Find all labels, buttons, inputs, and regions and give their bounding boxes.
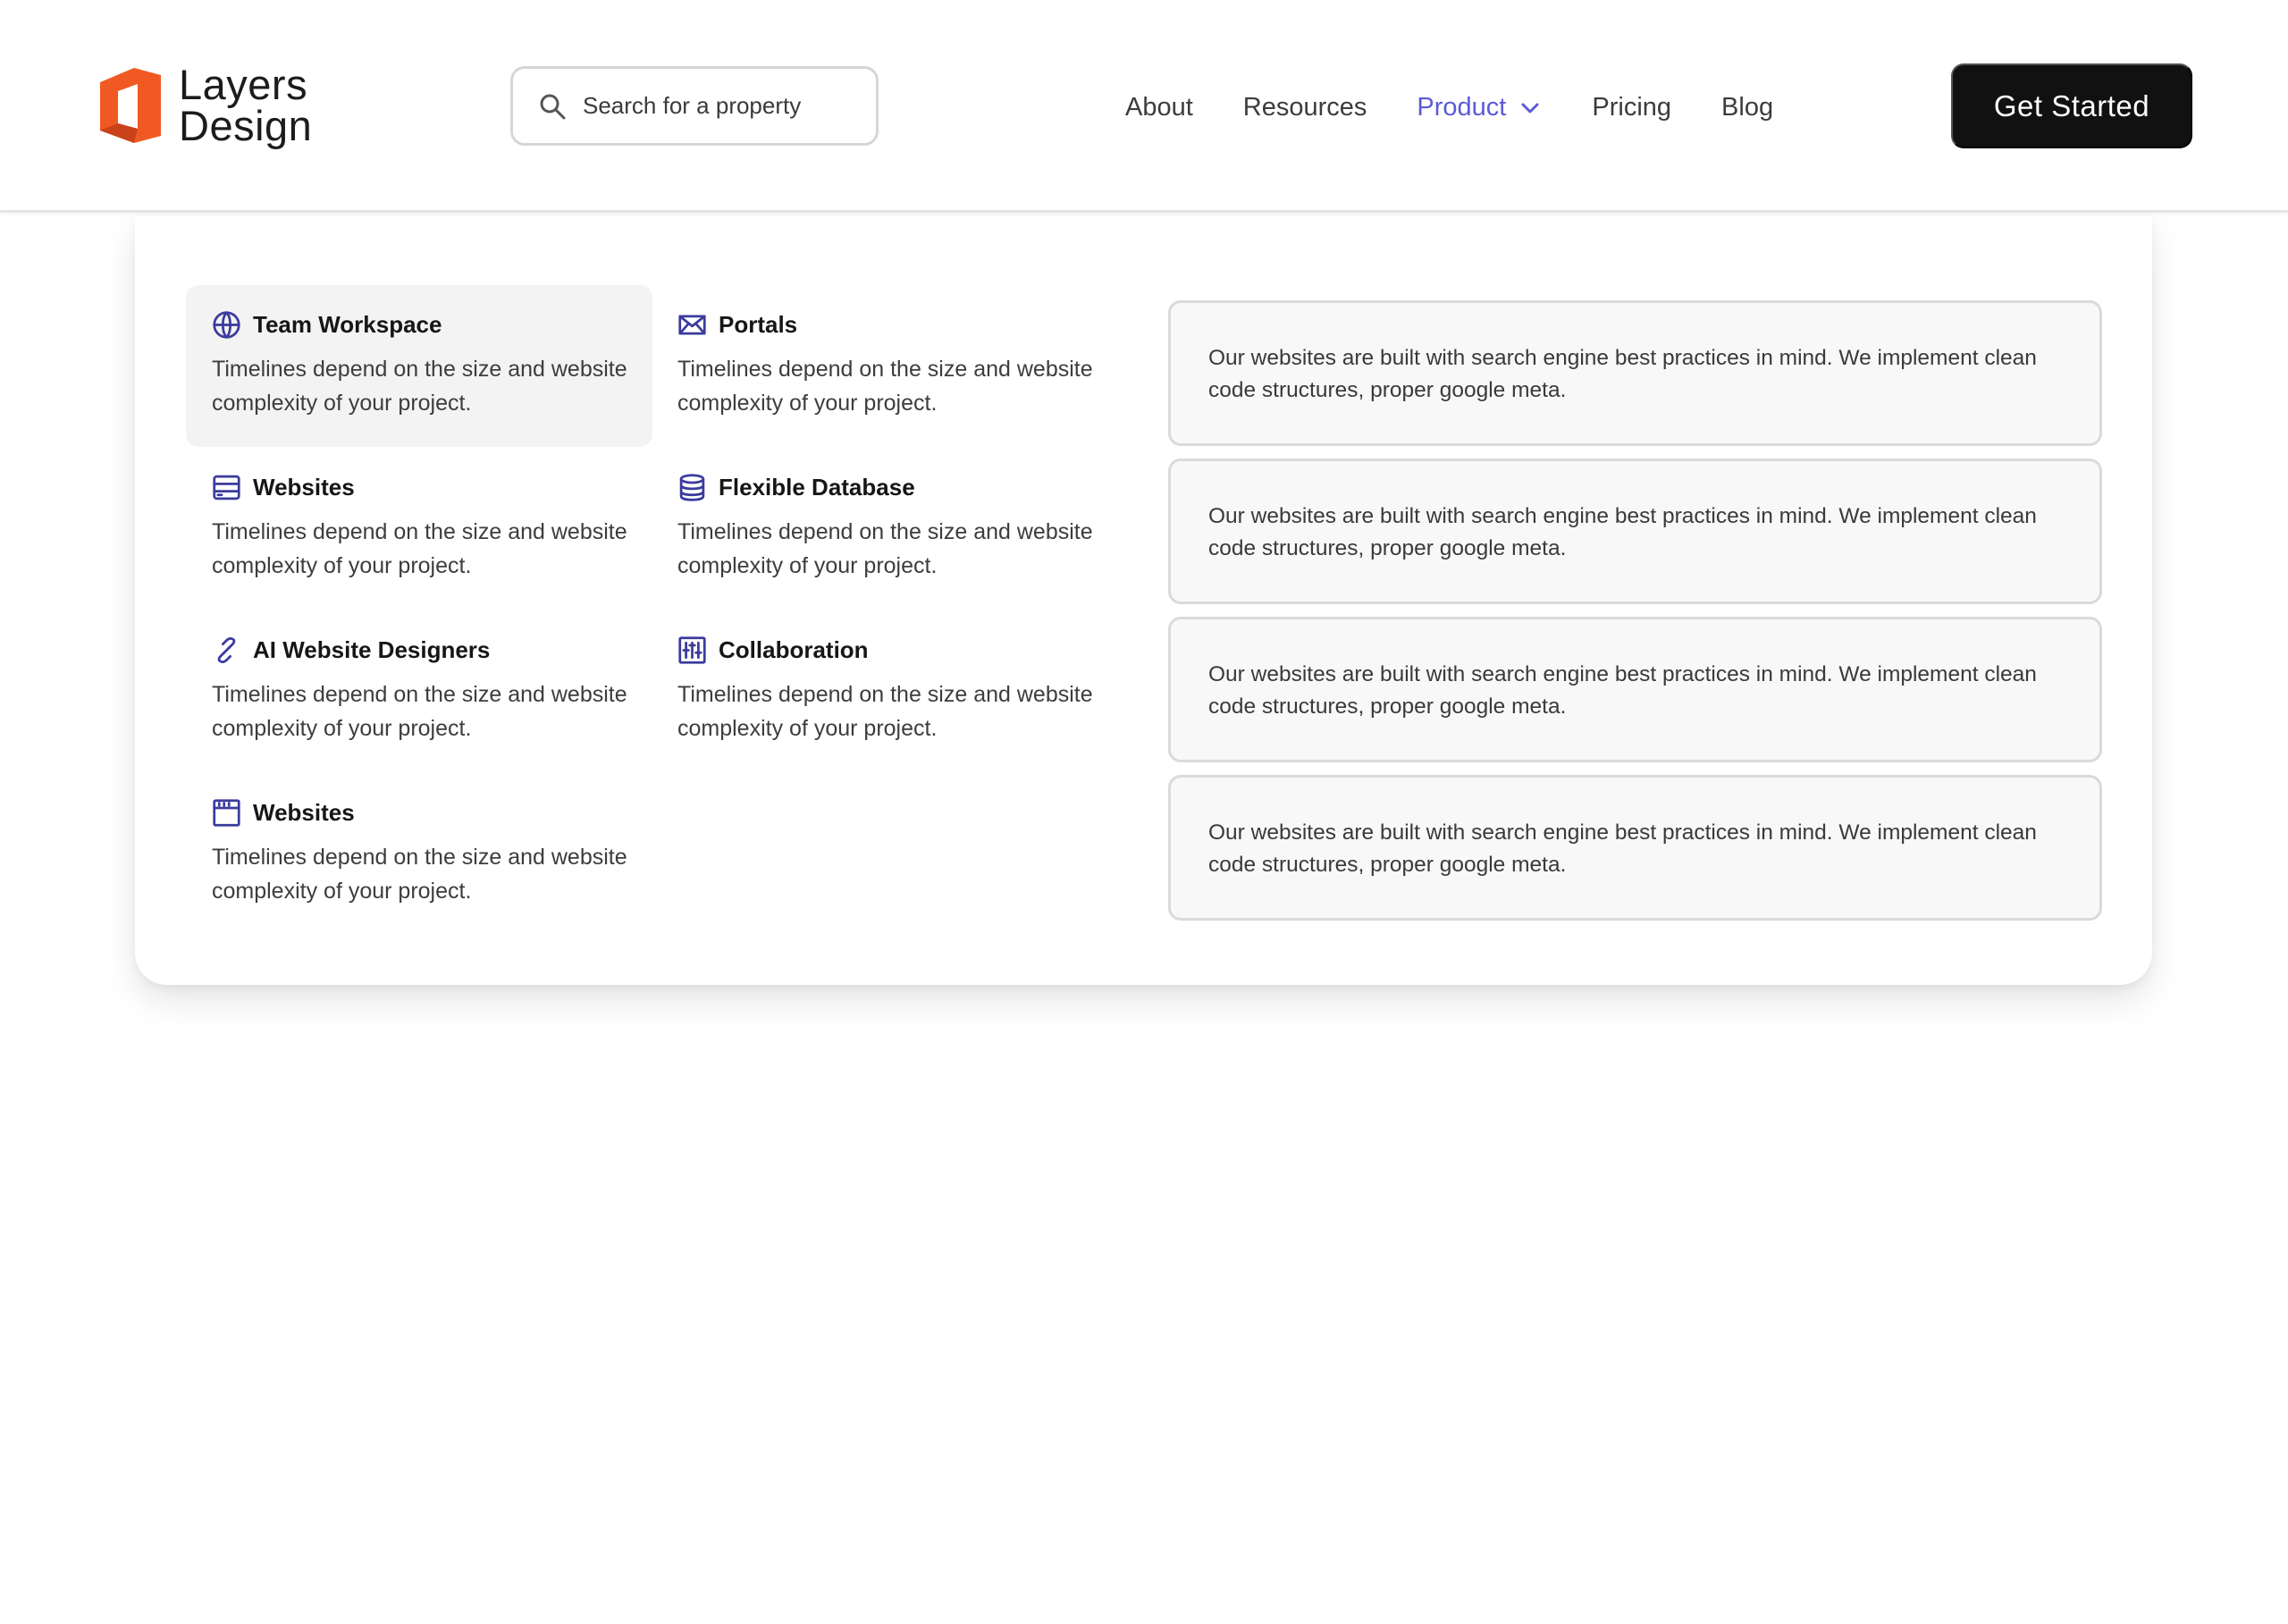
- feature-description: Timelines depend on the size and website…: [677, 519, 1093, 578]
- nav-product-label: Product: [1417, 93, 1507, 122]
- feature-team-workspace[interactable]: Team Workspace Timelines depend on the s…: [186, 285, 652, 447]
- main-nav: About Resources Product Pricing Blog: [1125, 93, 1823, 122]
- info-card-text: Our websites are built with search engin…: [1208, 504, 2037, 560]
- nav-resources[interactable]: Resources: [1243, 93, 1367, 122]
- info-card[interactable]: Our websites are built with search engin…: [1168, 617, 2102, 762]
- nav-product[interactable]: Product: [1417, 93, 1542, 122]
- feature-portals[interactable]: Portals Timelines depend on the size and…: [652, 285, 1118, 447]
- chevron-down-icon: [1521, 103, 1539, 113]
- feature-description: Timelines depend on the size and website…: [677, 682, 1093, 741]
- brand-logo[interactable]: Layers Design: [98, 61, 313, 149]
- site-header: Layers Design About Resources Product Pr…: [0, 0, 2288, 213]
- get-started-button[interactable]: Get Started: [1951, 63, 2192, 148]
- search-box[interactable]: [510, 66, 879, 146]
- feature-websites-2[interactable]: Websites Timelines depend on the size an…: [186, 773, 652, 935]
- info-card[interactable]: Our websites are built with search engin…: [1168, 459, 2102, 604]
- feature-title: Flexible Database: [719, 474, 915, 501]
- brand-name-line2: Design: [179, 102, 313, 149]
- browser-window-icon: [213, 799, 240, 827]
- feature-description: Timelines depend on the size and website…: [212, 682, 627, 741]
- feature-description: Timelines depend on the size and website…: [212, 519, 627, 578]
- info-card[interactable]: Our websites are built with search engin…: [1168, 775, 2102, 921]
- feature-ai-website-designers[interactable]: AI Website Designers Timelines depend on…: [186, 610, 652, 772]
- search-icon: [540, 94, 566, 119]
- brand-name: Layers Design: [179, 61, 313, 149]
- info-card-text: Our websites are built with search engin…: [1208, 662, 2037, 719]
- feature-title: Websites: [253, 474, 355, 501]
- feature-description: Timelines depend on the size and website…: [212, 357, 627, 416]
- server-icon: [213, 475, 240, 501]
- info-card[interactable]: Our websites are built with search engin…: [1168, 300, 2102, 446]
- nav-blog[interactable]: Blog: [1721, 93, 1773, 122]
- nav-pricing[interactable]: Pricing: [1592, 93, 1671, 122]
- layers-logo-icon: [100, 68, 161, 143]
- sliders-icon: [678, 636, 706, 664]
- database-icon: [679, 474, 705, 501]
- feature-title: Collaboration: [719, 636, 869, 663]
- search-input[interactable]: [583, 92, 851, 120]
- product-dropdown-menu: Team Workspace Timelines depend on the s…: [135, 216, 2152, 985]
- feature-title: AI Website Designers: [253, 636, 491, 663]
- feature-title: Websites: [253, 799, 355, 826]
- feature-title: Portals: [719, 311, 798, 338]
- globe-icon: [213, 311, 240, 339]
- feature-title: Team Workspace: [253, 311, 442, 338]
- link-icon: [217, 637, 236, 663]
- feature-description: Timelines depend on the size and website…: [677, 357, 1093, 416]
- feature-collaboration[interactable]: Collaboration Timelines depend on the si…: [652, 610, 1118, 772]
- brand-name-line1: Layers: [179, 61, 308, 108]
- nav-about[interactable]: About: [1125, 93, 1193, 122]
- info-card-text: Our websites are built with search engin…: [1208, 820, 2037, 877]
- feature-flexible-database[interactable]: Flexible Database Timelines depend on th…: [652, 448, 1118, 610]
- info-card-text: Our websites are built with search engin…: [1208, 346, 2037, 402]
- feature-description: Timelines depend on the size and website…: [212, 845, 627, 904]
- mail-icon: [678, 315, 706, 335]
- feature-websites[interactable]: Websites Timelines depend on the size an…: [186, 448, 652, 610]
